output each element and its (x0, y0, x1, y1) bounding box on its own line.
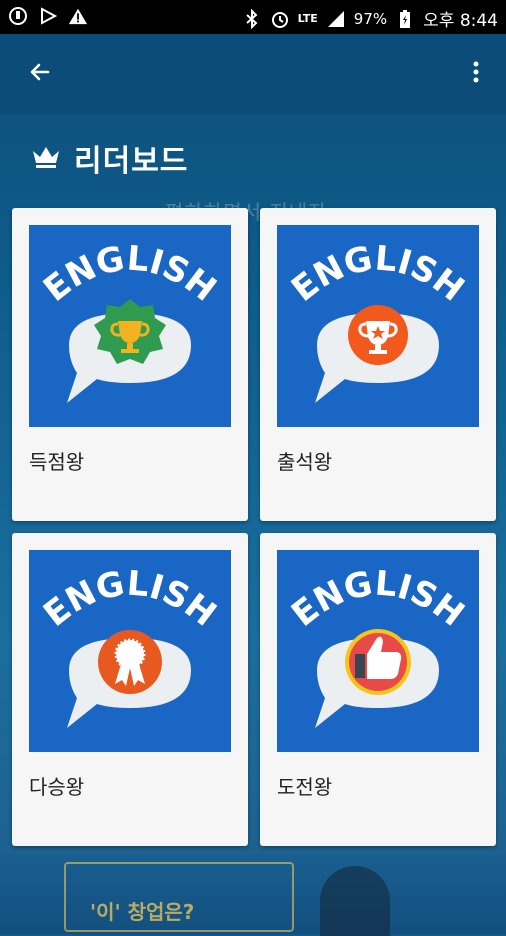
thumbs-up-icon (345, 629, 411, 695)
card-image: ENGLISH (277, 225, 479, 427)
battery-percent: 97% (353, 9, 388, 28)
page-title: 리더보드 (74, 144, 189, 179)
star-trophy-icon (348, 305, 408, 365)
app-bar (0, 34, 506, 114)
card-image: ENGLISH (29, 550, 231, 752)
card-label: 출석왕 (277, 450, 333, 474)
svg-text:ENGLISH: ENGLISH (284, 238, 471, 309)
card-image: ENGLISH (277, 550, 479, 752)
card-label: 득점왕 (29, 450, 85, 474)
background-bottom-banner: '이' 창업은? (0, 854, 506, 936)
usb-icon (8, 6, 28, 26)
crown-icon (30, 143, 62, 173)
leaderboard-card-attendance[interactable]: ENGLISH 출석왕 (260, 208, 496, 521)
ribbon-award-icon (98, 630, 162, 694)
status-bar: LTE 97% 오후 8:44 (0, 0, 506, 34)
banner-person-image (320, 866, 390, 936)
overflow-menu-button[interactable] (464, 56, 488, 92)
clock: 오후 8:44 (423, 11, 498, 31)
card-label: 도전왕 (277, 775, 333, 799)
back-arrow-icon (28, 60, 52, 88)
card-image: ENGLISH (29, 225, 231, 427)
alarm-icon (270, 9, 290, 29)
banner-ghost-text: '이' 창업은? (90, 900, 195, 924)
signal-icon (326, 9, 346, 29)
svg-text:ENGLISH: ENGLISH (284, 563, 471, 634)
warning-icon (68, 6, 88, 26)
back-button[interactable] (22, 56, 58, 92)
battery-icon (395, 9, 415, 29)
card-label: 다승왕 (29, 775, 85, 799)
more-vert-icon (473, 60, 479, 88)
page-title-row: 리더보드 (30, 138, 189, 179)
leaderboard-card-score[interactable]: ENGLISH 득점왕 (12, 208, 248, 521)
bluetooth-icon (242, 8, 262, 29)
leaderboard-card-challenge[interactable]: ENGLISH 도전왕 (260, 533, 496, 846)
leaderboard-card-wins[interactable]: ENGLISH 다승왕 (12, 533, 248, 846)
lte-indicator: LTE (297, 12, 318, 25)
play-store-icon (38, 6, 58, 26)
svg-text:ENGLISH: ENGLISH (36, 563, 223, 634)
leaderboard-grid: ENGLISH 득점왕 ENGLISH 출석왕 ENGLISH 다승왕 ENGL… (12, 208, 496, 846)
